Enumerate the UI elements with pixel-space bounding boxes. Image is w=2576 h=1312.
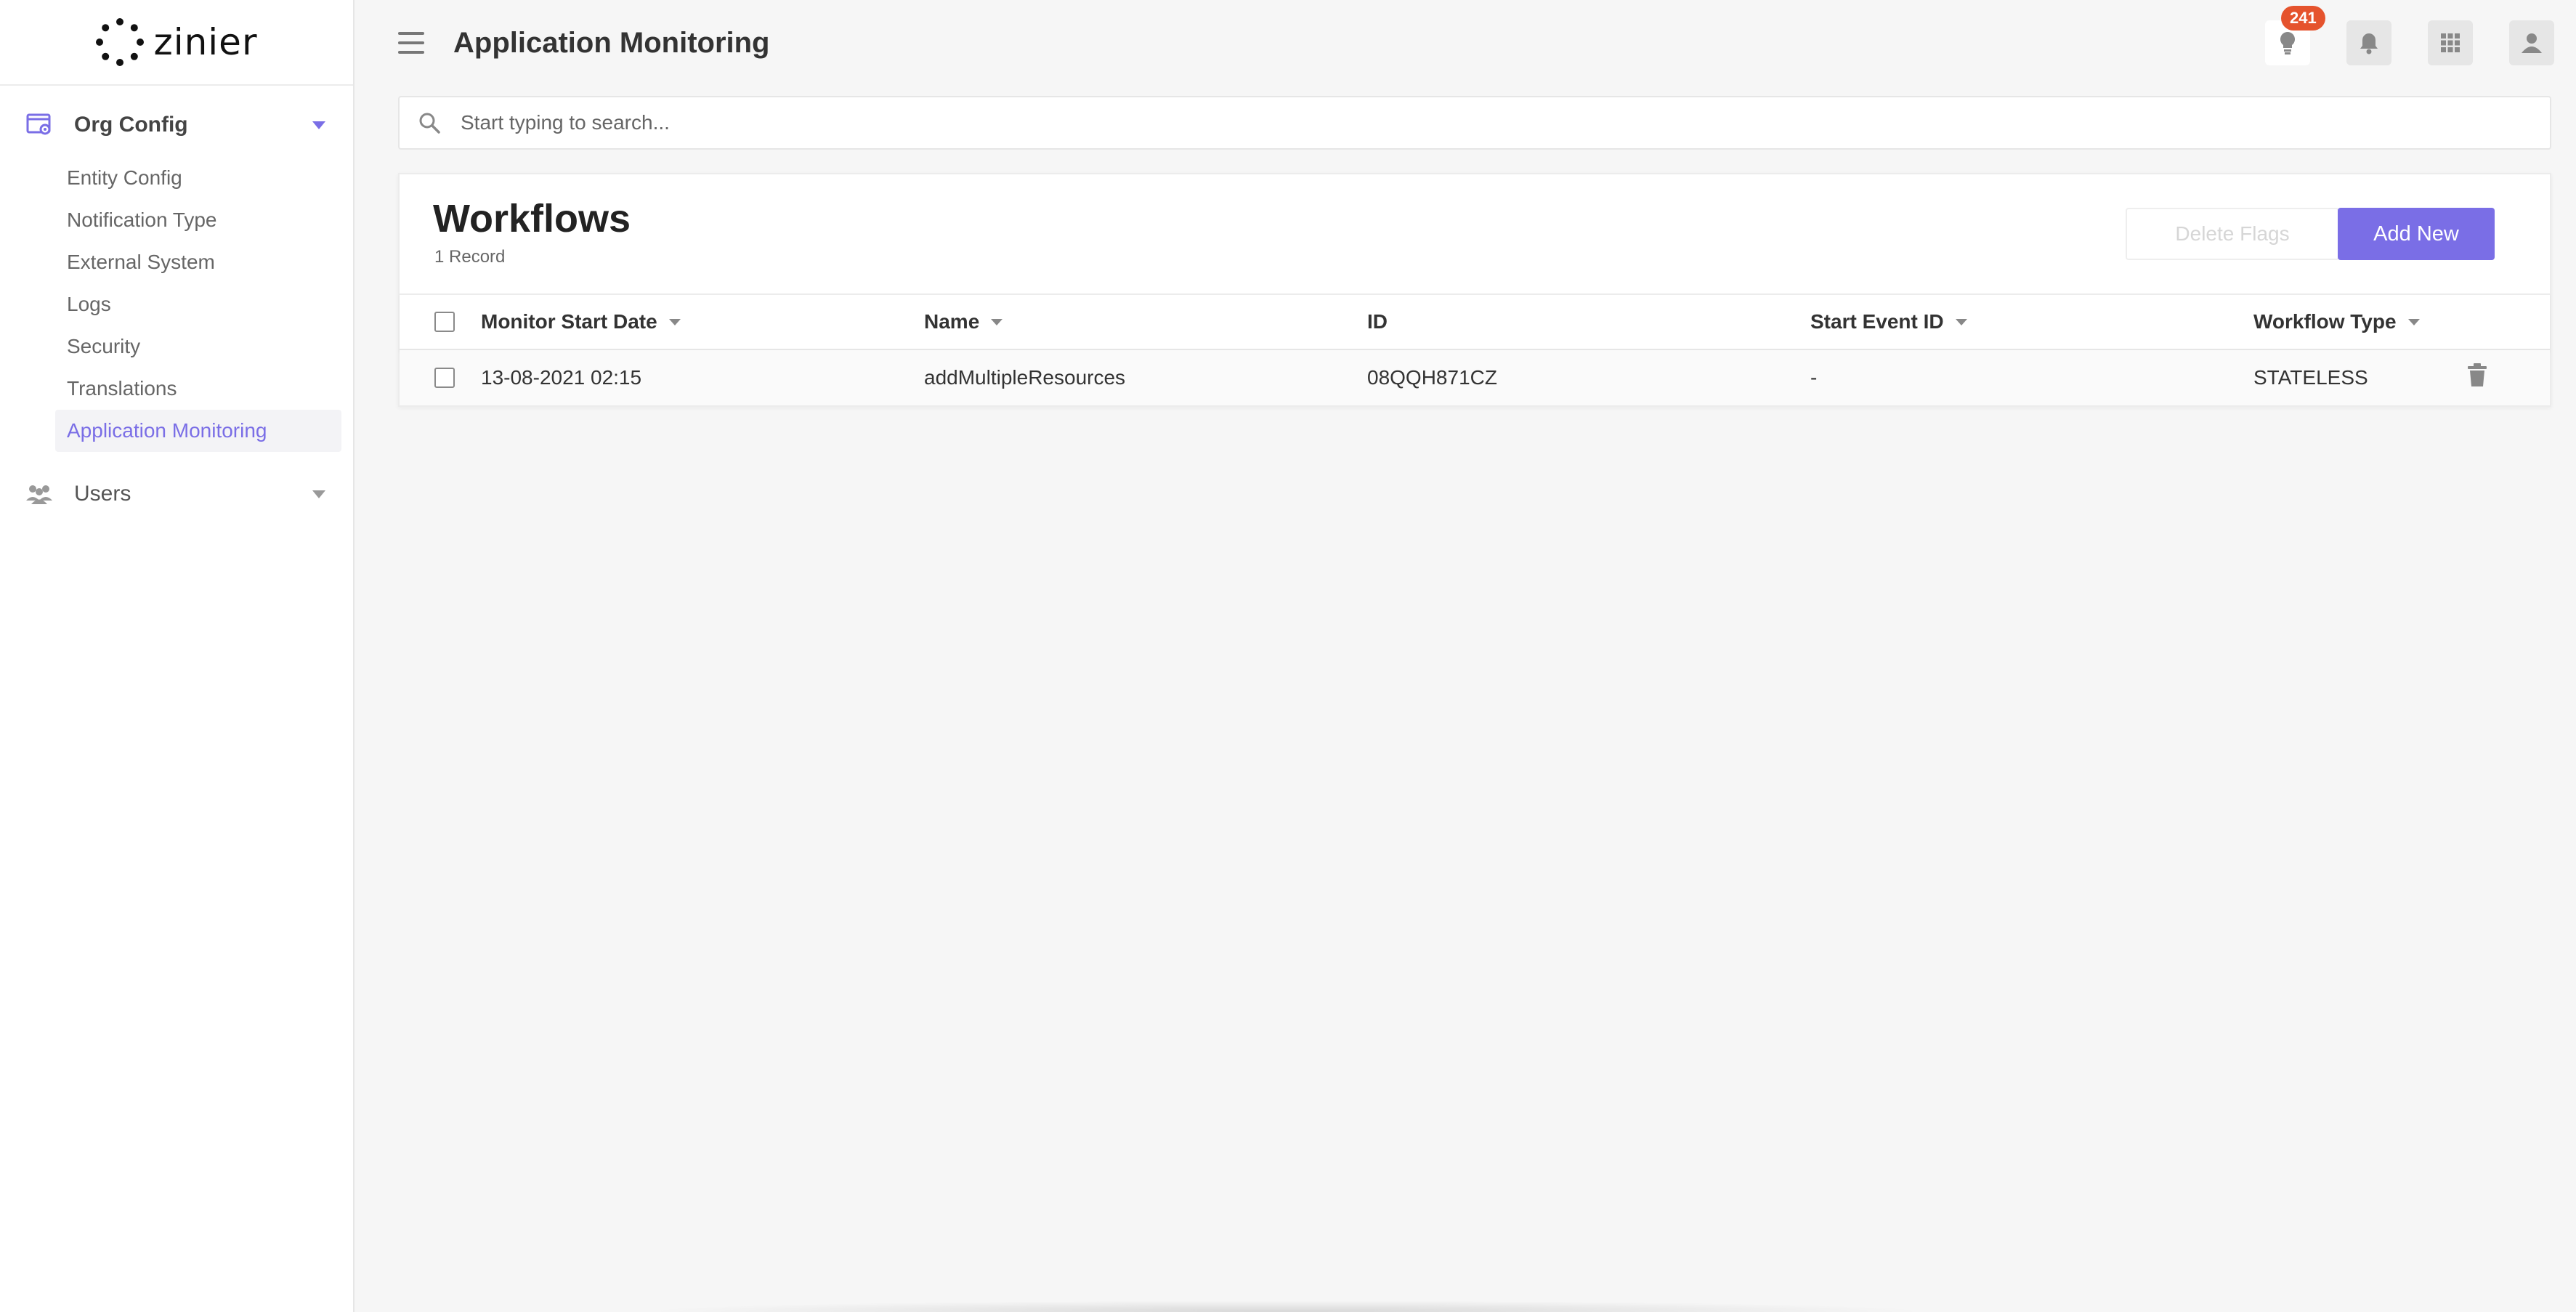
users-icon <box>25 479 54 509</box>
add-new-button[interactable]: Add New <box>2338 208 2495 260</box>
bell-icon <box>2360 33 2378 54</box>
page-title: Application Monitoring <box>453 26 770 59</box>
column-header-monitor-start-date[interactable]: Monitor Start Date <box>481 310 924 333</box>
apps-grid-icon <box>2441 33 2460 52</box>
column-header-label: Start Event ID <box>1810 310 1944 333</box>
sort-caret-icon[interactable] <box>991 318 1003 325</box>
sidebar: zinier Org Config Entity Config Notifica… <box>0 0 355 1312</box>
sidebar-item-notification-type[interactable]: Notification Type <box>55 199 341 241</box>
column-header-name[interactable]: Name <box>924 310 1367 333</box>
cell-start-event-id: - <box>1810 366 1818 389</box>
menu-icon[interactable] <box>398 32 424 54</box>
column-header-label: Workflow Type <box>2253 310 2397 333</box>
column-header-label: Name <box>924 310 980 333</box>
chevron-down-icon <box>312 121 325 129</box>
lightbulb-button[interactable]: 241 <box>2265 6 2325 65</box>
sidebar-item-security[interactable]: Security <box>55 325 341 368</box>
notification-count-badge: 241 <box>2281 6 2325 31</box>
chevron-down-icon <box>312 490 325 498</box>
workflows-card: Workflows 1 Record Delete Flags Add New … <box>398 173 2551 407</box>
sidebar-item-logs[interactable]: Logs <box>55 283 341 325</box>
column-header-start-event-id[interactable]: Start Event ID <box>1810 310 2253 333</box>
sort-caret-icon[interactable] <box>1955 318 1967 325</box>
select-all-cell <box>400 312 481 332</box>
sort-caret-icon[interactable] <box>668 318 681 325</box>
cell-name: addMultipleResources <box>924 366 1126 389</box>
org-config-icon <box>25 110 54 139</box>
workflows-table: Monitor Start Date Name ID Start Event I… <box>400 293 2550 405</box>
logo[interactable]: zinier <box>0 0 353 86</box>
record-count: 1 Record <box>434 247 506 267</box>
cell-monitor-start-date: 13-08-2021 02:15 <box>481 366 642 389</box>
zinier-logo-icon <box>96 18 145 66</box>
sidebar-item-translations[interactable]: Translations <box>55 368 341 410</box>
cell-workflow-type: STATELESS <box>2253 366 2368 389</box>
nav-group-users[interactable]: Users <box>0 465 353 523</box>
sidebar-item-entity-config[interactable]: Entity Config <box>55 157 341 199</box>
profile-button[interactable] <box>2509 20 2554 65</box>
apps-button[interactable] <box>2428 20 2473 65</box>
search-icon <box>419 113 440 134</box>
table-header-row: Monitor Start Date Name ID Start Event I… <box>400 293 2550 350</box>
delete-flags-button[interactable]: Delete Flags <box>2126 208 2339 260</box>
table-row[interactable]: 13-08-2021 02:15 addMultipleResources 08… <box>400 350 2550 405</box>
cell-id: 08QQH871CZ <box>1367 366 1497 389</box>
column-header-label: ID <box>1367 310 1388 333</box>
column-header-label: Monitor Start Date <box>481 310 657 333</box>
nav-group-label: Org Config <box>74 113 188 137</box>
sidebar-item-application-monitoring[interactable]: Application Monitoring <box>55 410 341 452</box>
logo-text: zinier <box>153 21 258 63</box>
trash-icon[interactable] <box>2467 363 2487 392</box>
nav-group-org-config[interactable]: Org Config <box>0 96 353 154</box>
top-header: Application Monitoring 241 <box>355 0 2576 86</box>
org-config-submenu: Entity Config Notification Type External… <box>0 157 353 452</box>
select-all-checkbox[interactable] <box>434 312 455 332</box>
lightbulb-icon <box>2280 32 2295 54</box>
column-header-id: ID <box>1367 310 1810 333</box>
sort-caret-icon[interactable] <box>2407 318 2420 325</box>
sidebar-item-external-system[interactable]: External System <box>55 241 341 283</box>
bottom-shadow <box>639 1300 1932 1312</box>
row-select-cell <box>400 368 481 388</box>
user-icon <box>2522 33 2542 53</box>
search-bar[interactable] <box>398 96 2551 150</box>
row-checkbox[interactable] <box>434 368 455 388</box>
search-input[interactable] <box>461 111 2550 134</box>
card-title: Workflows <box>433 197 631 240</box>
column-header-workflow-type[interactable]: Workflow Type <box>2253 310 2471 333</box>
notifications-button[interactable] <box>2346 20 2391 65</box>
nav-group-label: Users <box>74 482 131 506</box>
